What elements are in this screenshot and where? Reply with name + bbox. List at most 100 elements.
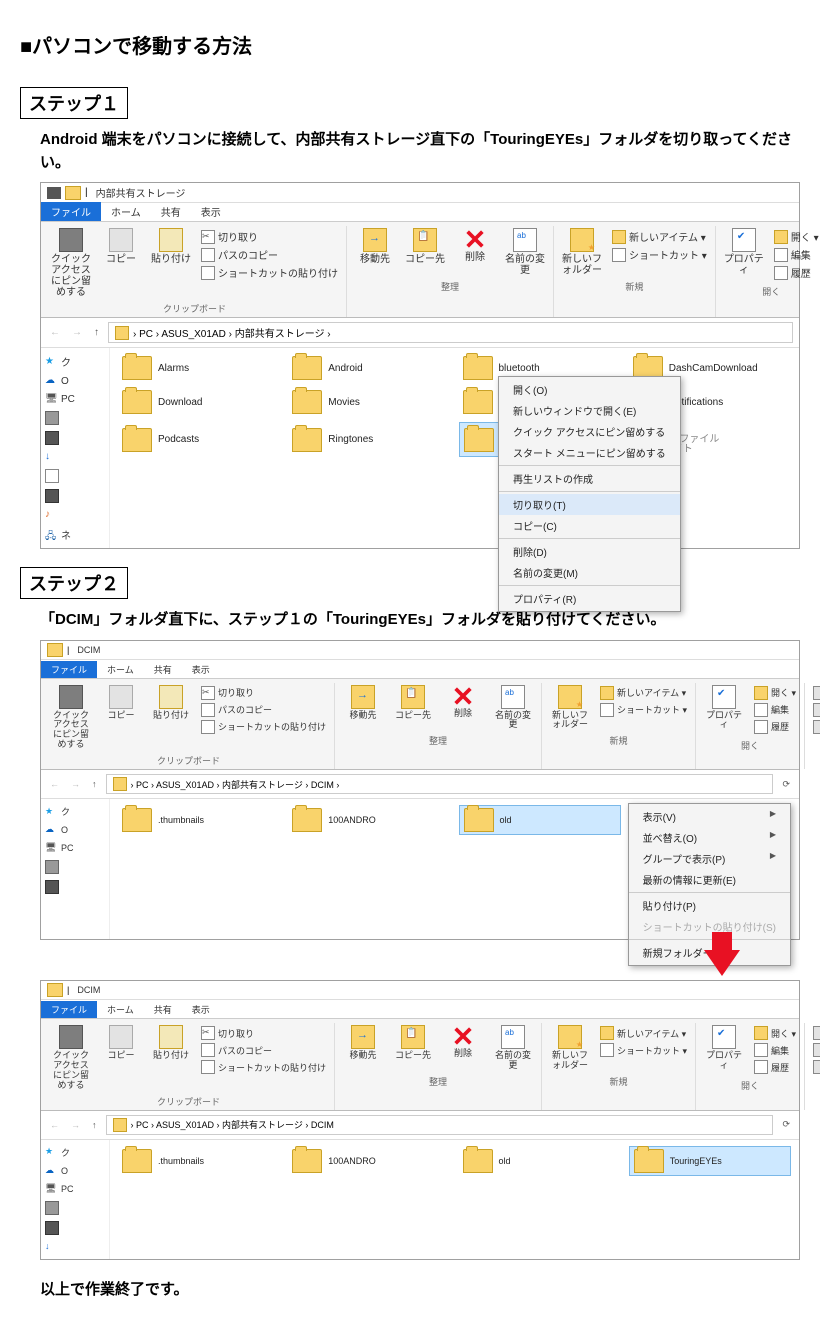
system-menu-icon[interactable]: [47, 187, 61, 199]
copy-button[interactable]: コピー: [97, 226, 145, 267]
tab-home[interactable]: ホーム: [97, 1001, 144, 1018]
copy-to-button[interactable]: コピー先: [389, 683, 437, 723]
tab-view[interactable]: 表示: [191, 202, 231, 221]
refresh-icon[interactable]: ⟳: [779, 1119, 793, 1130]
copy-path-button[interactable]: パスのコピー: [199, 246, 340, 263]
folder-item[interactable]: Download: [118, 388, 280, 416]
tab-home[interactable]: ホーム: [101, 202, 151, 221]
edit-button[interactable]: 編集: [752, 1042, 798, 1058]
breadcrumb[interactable]: › PC › ASUS_X01AD › 内部共有ストレージ › DCIM: [106, 1115, 774, 1135]
folder-item[interactable]: TouringEYEs: [629, 1146, 791, 1176]
pin-quickaccess-button[interactable]: クイック アクセスにピン留めする: [47, 683, 95, 753]
sidebar-item-device[interactable]: [45, 860, 105, 874]
sidebar-item-device[interactable]: [45, 411, 105, 425]
sidebar-item-onedrive[interactable]: ☁O: [45, 1165, 105, 1177]
edit-button[interactable]: 編集: [752, 702, 798, 718]
history-button[interactable]: 履歴: [772, 264, 820, 281]
context-menu-item[interactable]: グループで表示(P): [629, 848, 790, 869]
folder-item[interactable]: Movies: [288, 388, 450, 416]
copy-path-button[interactable]: パスのコピー: [199, 702, 328, 718]
new-shortcut-button[interactable]: ショートカット ▾: [598, 1042, 689, 1058]
properties-button[interactable]: プロパティ: [720, 226, 768, 278]
cut-button[interactable]: 切り取り: [199, 685, 328, 701]
sidebar-item-downloads[interactable]: ↓: [45, 451, 105, 463]
context-menu-item[interactable]: 貼り付け(P): [629, 895, 790, 916]
context-menu-item[interactable]: クイック アクセスにピン留めする: [499, 421, 680, 442]
paste-button[interactable]: 貼り付け: [147, 226, 195, 267]
delete-button[interactable]: 削除: [439, 683, 487, 721]
paste-button[interactable]: 貼り付け: [147, 683, 195, 723]
content-area[interactable]: AlarmsAndroidbluetoothDashCamDownloadDow…: [110, 348, 799, 548]
tab-home[interactable]: ホーム: [97, 661, 144, 678]
edit-button[interactable]: 編集: [772, 246, 820, 263]
folder-item[interactable]: Ringtones: [288, 422, 450, 457]
rename-button[interactable]: 名前の変更: [489, 1023, 537, 1073]
open-button[interactable]: 開く ▾: [752, 1025, 798, 1041]
rename-button[interactable]: 名前の変更: [489, 683, 537, 733]
nav-up-icon[interactable]: ↑: [91, 327, 102, 338]
breadcrumb[interactable]: › PC › ASUS_X01AD › 内部共有ストレージ ›: [108, 322, 793, 343]
nav-forward-icon[interactable]: →: [68, 779, 83, 789]
tab-share[interactable]: 共有: [151, 202, 191, 221]
sidebar-item-pc[interactable]: 🖥PC: [45, 842, 105, 854]
move-to-button[interactable]: 移動先: [351, 226, 399, 267]
context-menu-item[interactable]: 開く(O): [499, 379, 680, 400]
delete-button[interactable]: 削除: [451, 226, 499, 265]
tab-file[interactable]: ファイル: [41, 661, 97, 678]
sidebar-item-quickaccess[interactable]: ★ク: [45, 805, 105, 818]
content-area[interactable]: .thumbnails100ANDROold 表示(V)並べ替え(O)グループで…: [110, 799, 799, 939]
nav-back-icon[interactable]: ←: [47, 779, 62, 789]
sidebar-item-network[interactable]: 🖧ネ: [45, 527, 105, 542]
sidebar-item-documents[interactable]: [45, 469, 105, 483]
paste-shortcut-button[interactable]: ショートカットの貼り付け: [199, 719, 328, 735]
copy-path-button[interactable]: パスのコピー: [199, 1042, 328, 1058]
tab-share[interactable]: 共有: [144, 1001, 182, 1018]
sidebar-item-device2[interactable]: [45, 880, 105, 894]
invert-selection-button[interactable]: 選択の切り替え: [811, 1059, 820, 1075]
invert-selection-button[interactable]: 選択の切り替え: [811, 719, 820, 735]
copy-to-button[interactable]: コピー先: [389, 1023, 437, 1063]
paste-shortcut-button[interactable]: ショートカットの貼り付け: [199, 264, 340, 281]
sidebar-item-onedrive[interactable]: ☁O: [45, 375, 105, 387]
sidebar-item-quickaccess[interactable]: ★ク: [45, 354, 105, 369]
new-item-button[interactable]: 新しいアイテム ▾: [598, 685, 689, 701]
sidebar-item-pictures[interactable]: [45, 489, 105, 503]
new-shortcut-button[interactable]: ショートカット ▾: [610, 246, 709, 263]
tab-file[interactable]: ファイル: [41, 1001, 97, 1018]
select-none-button[interactable]: 選択解除: [811, 1042, 820, 1058]
sidebar-item-music[interactable]: ♪: [45, 509, 105, 521]
select-none-button[interactable]: 選択解除: [811, 702, 820, 718]
sidebar-item-device2[interactable]: [45, 1221, 105, 1235]
sidebar-item-device2[interactable]: [45, 431, 105, 445]
select-all-button[interactable]: すべて選択: [811, 1025, 820, 1041]
new-folder-button[interactable]: 新しいフォルダー: [558, 226, 606, 278]
pin-quickaccess-button[interactable]: クイック アクセスにピン留めする: [47, 1023, 95, 1093]
context-menu-item[interactable]: スタート メニューにピン留めする: [499, 442, 680, 463]
sidebar-item-pc[interactable]: 🖥PC: [45, 1183, 105, 1195]
tab-share[interactable]: 共有: [144, 661, 182, 678]
folder-item[interactable]: Podcasts: [118, 422, 280, 457]
paste-button[interactable]: 貼り付け: [147, 1023, 195, 1063]
new-folder-button[interactable]: 新しいフォルダー: [546, 1023, 594, 1073]
folder-item[interactable]: old: [459, 1146, 621, 1176]
folder-item[interactable]: .thumbnails: [118, 805, 280, 835]
context-menu-item[interactable]: コピー(C): [499, 515, 680, 536]
context-menu-item[interactable]: 表示(V): [629, 806, 790, 827]
tab-view[interactable]: 表示: [182, 1001, 220, 1018]
new-folder-button[interactable]: 新しいフォルダー: [546, 683, 594, 733]
paste-shortcut-button[interactable]: ショートカットの貼り付け: [199, 1059, 328, 1075]
open-button[interactable]: 開く ▾: [752, 685, 798, 701]
sidebar-item-pc[interactable]: 🖥PC: [45, 393, 105, 405]
properties-button[interactable]: プロパティ: [700, 1023, 748, 1073]
folder-item[interactable]: 100ANDRO: [288, 805, 450, 835]
nav-back-icon[interactable]: ←: [47, 1120, 62, 1130]
select-all-button[interactable]: すべて選択: [811, 685, 820, 701]
context-menu-item[interactable]: 切り取り(T): [499, 494, 680, 515]
folder-item[interactable]: old: [459, 805, 621, 835]
folder-item[interactable]: Android: [288, 354, 450, 382]
cut-button[interactable]: 切り取り: [199, 1025, 328, 1041]
cut-button[interactable]: 切り取り: [199, 228, 340, 245]
copy-to-button[interactable]: コピー先: [401, 226, 449, 267]
folder-item[interactable]: 100ANDRO: [288, 1146, 450, 1176]
nav-back-icon[interactable]: ←: [47, 327, 63, 338]
